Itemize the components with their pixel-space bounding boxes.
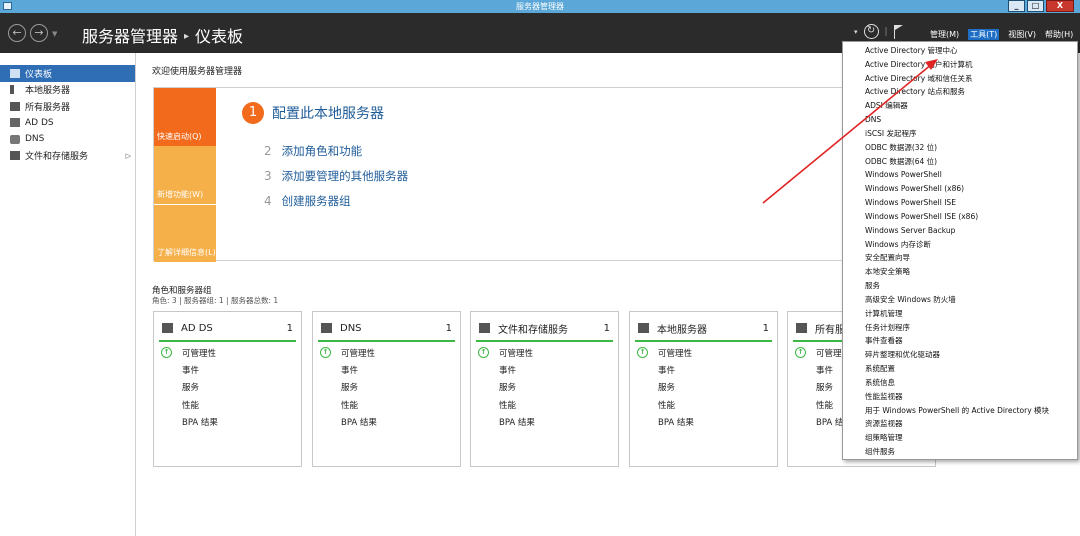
annotation-arrow <box>762 59 938 204</box>
annotation-arrow-line <box>762 63 933 204</box>
